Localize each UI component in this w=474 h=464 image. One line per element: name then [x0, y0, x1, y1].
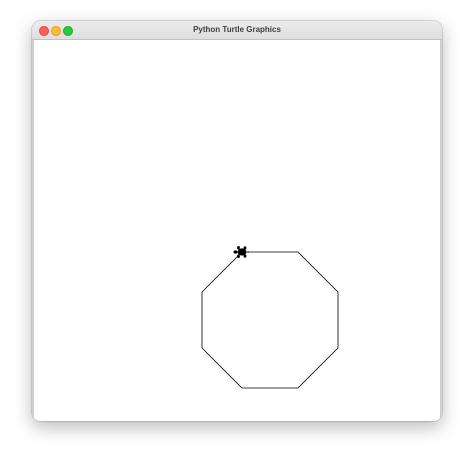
- title-bar[interactable]: Python Turtle Graphics: [32, 21, 442, 40]
- turtle-canvas[interactable]: [32, 40, 442, 421]
- octagon-path: [201, 251, 339, 389]
- turtle-icon: [233, 246, 249, 258]
- drawing-surface: [201, 246, 339, 389]
- turtle-window: Python Turtle Graphics: [32, 21, 442, 421]
- window-title: Python Turtle Graphics: [193, 25, 281, 34]
